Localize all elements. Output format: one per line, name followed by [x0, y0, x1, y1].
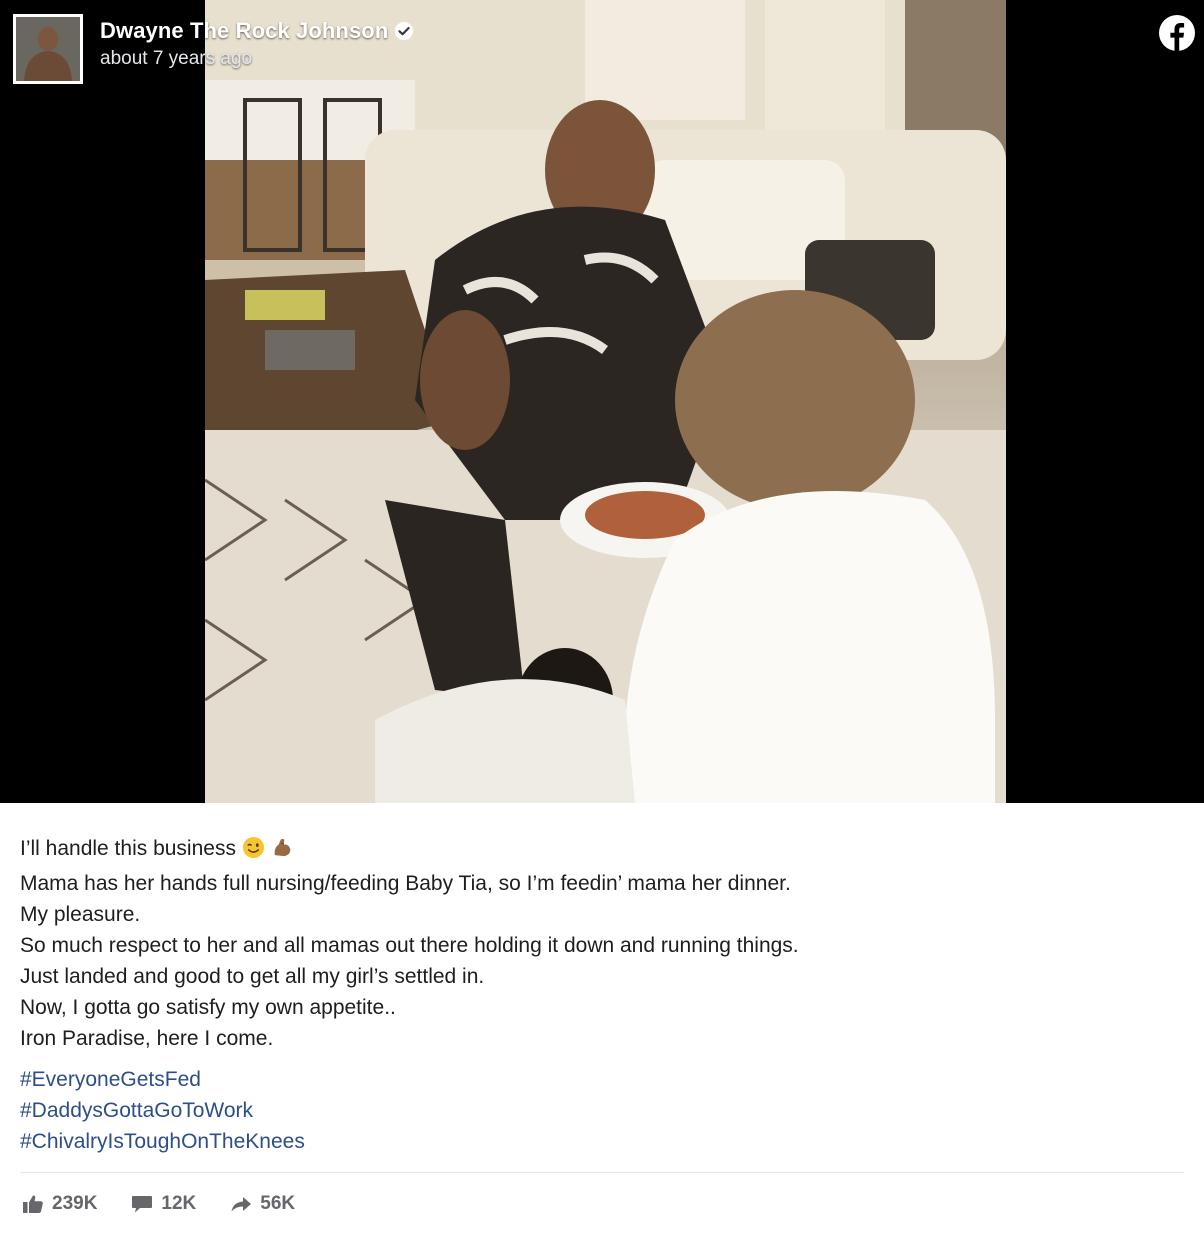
- post-timestamp[interactable]: about 7 years ago: [100, 48, 414, 70]
- caption-line: So much respect to her and all mamas out…: [20, 934, 799, 957]
- stats-divider: [20, 1172, 1184, 1173]
- flexed-biceps-emoji: [271, 836, 294, 868]
- shares-stat[interactable]: 56K: [230, 1193, 295, 1215]
- post-photo[interactable]: [205, 0, 1006, 803]
- caption-line: Mama has her hands full nursing/feeding …: [20, 872, 791, 895]
- author-name[interactable]: Dwayne The Rock Johnson: [100, 18, 388, 44]
- comment-icon: [132, 1196, 153, 1213]
- hashtag-link[interactable]: #ChivalryIsToughOnTheKnees: [20, 1126, 1180, 1157]
- engagement-stats: 239K 12K 56K: [22, 1193, 329, 1215]
- share-arrow-icon: [231, 1197, 252, 1212]
- shares-count: 56K: [260, 1193, 296, 1214]
- header-text: Dwayne The Rock Johnson about 7 years ag…: [100, 18, 414, 70]
- post-media[interactable]: Dwayne The Rock Johnson about 7 years ag…: [0, 0, 1204, 803]
- hashtag-list: #EveryoneGetsFed #DaddysGottaGoToWork #C…: [20, 1064, 1180, 1157]
- winking-face-emoji: [242, 836, 265, 868]
- post-caption: I’ll handle this business Mama has her h…: [20, 833, 1180, 1157]
- likes-count: 239K: [52, 1193, 98, 1214]
- comments-count: 12K: [161, 1193, 197, 1214]
- caption-line: Iron Paradise, here I come.: [20, 1027, 274, 1050]
- likes-stat[interactable]: 239K: [22, 1193, 97, 1215]
- hashtag-link[interactable]: #DaddysGottaGoToWork: [20, 1095, 1180, 1126]
- avatar-image: [16, 17, 80, 81]
- caption-text: I’ll handle this business: [20, 837, 236, 860]
- verified-badge-icon: [394, 21, 414, 41]
- caption-line: Now, I gotta go satisfy my own appetite.…: [20, 996, 396, 1019]
- author-row: Dwayne The Rock Johnson: [100, 18, 414, 44]
- author-avatar[interactable]: [13, 14, 83, 84]
- post-header: Dwayne The Rock Johnson about 7 years ag…: [13, 14, 414, 84]
- caption-line: Just landed and good to get all my girl’…: [20, 965, 485, 988]
- hashtag-link[interactable]: #EveryoneGetsFed: [20, 1064, 1180, 1095]
- facebook-logo-icon[interactable]: [1158, 14, 1196, 52]
- caption-line: My pleasure.: [20, 903, 141, 926]
- comments-stat[interactable]: 12K: [131, 1193, 196, 1215]
- facebook-post-embed: Dwayne The Rock Johnson about 7 years ag…: [0, 0, 1204, 1238]
- thumbs-up-icon: [23, 1195, 43, 1213]
- photo-illustration: [205, 0, 1006, 803]
- caption-line: I’ll handle this business: [20, 833, 1180, 868]
